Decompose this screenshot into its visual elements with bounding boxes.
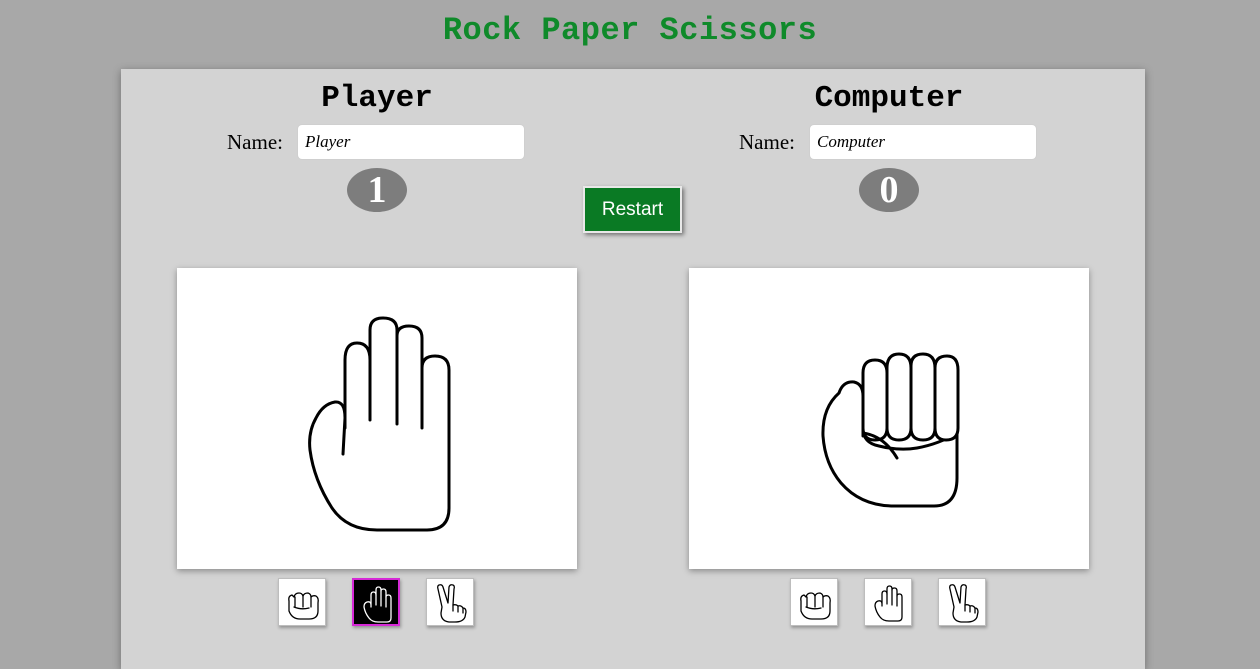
computer-heading: Computer [814, 81, 964, 116]
computer-choice-display [689, 268, 1089, 569]
player-name-row: Name: [227, 124, 525, 160]
player-score-badge: 1 [347, 168, 407, 212]
computer-paper-button [864, 578, 912, 626]
computer-scissors-button [938, 578, 986, 626]
player-name-input[interactable] [297, 124, 525, 160]
computer-name-input[interactable] [809, 124, 1037, 160]
computer-choice-buttons [790, 578, 990, 630]
scissors-hand-icon [949, 584, 979, 623]
player-choice-display [177, 268, 577, 569]
rock-hand-icon [800, 592, 831, 620]
player-choice-buttons [278, 578, 478, 630]
scissors-hand-icon [437, 584, 467, 623]
paper-hand-icon [874, 585, 903, 622]
player-paper-button[interactable] [352, 578, 400, 626]
player-name-label: Name: [227, 129, 283, 154]
paper-hand-icon [308, 316, 451, 532]
computer-name-row: Name: [739, 124, 1037, 160]
computer-name-label: Name: [739, 129, 795, 154]
rock-hand-icon [288, 592, 319, 620]
rock-hand-icon [821, 352, 960, 508]
restart-button[interactable]: Restart [583, 186, 682, 233]
computer-rock-button [790, 578, 838, 626]
computer-score-badge: 0 [859, 168, 919, 212]
game-panel: Player Name: 1 [121, 69, 1145, 669]
page-title: Rock Paper Scissors [442, 12, 818, 49]
player-rock-button[interactable] [278, 578, 326, 626]
paper-hand-icon [363, 586, 392, 623]
player-scissors-button[interactable] [426, 578, 474, 626]
player-heading: Player [321, 81, 433, 116]
